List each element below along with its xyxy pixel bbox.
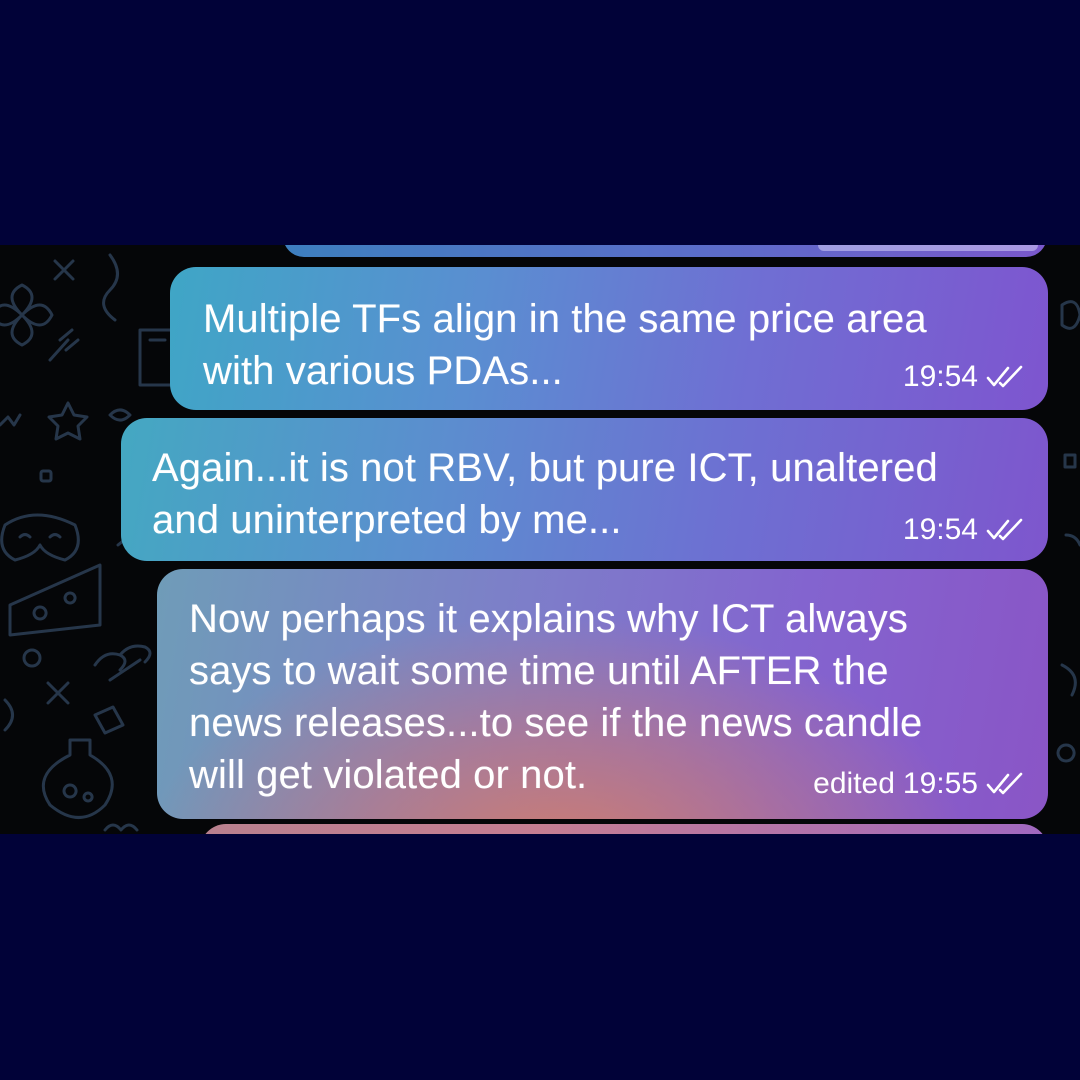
square-doodle-icon (39, 469, 53, 483)
right-circle-doodle-icon (1056, 743, 1076, 763)
right-doodle-icon-3 (1060, 663, 1077, 697)
message-bubble[interactable]: Multiple TFs align in the same price are… (170, 267, 1048, 410)
clover-doodle-icon (0, 283, 54, 347)
right-square-doodle-icon (1063, 453, 1077, 469)
message-bubble-previous[interactable] (283, 245, 1047, 257)
message-time: 19:54 (902, 513, 978, 546)
cross-doodle-icon (53, 259, 75, 281)
message-meta: 19:54 (903, 513, 1030, 547)
leaf-doodle-icon (108, 408, 132, 422)
double-check-icon (986, 365, 1023, 388)
double-check-icon (986, 518, 1023, 541)
message-meta: 19:54 (903, 360, 1030, 394)
message-time: 19:54 (902, 360, 978, 393)
message-meta: edited 19:55 (813, 767, 1030, 801)
wave-doodle-icon (103, 823, 139, 832)
potion-doodle-icon (41, 738, 114, 819)
circle-doodle-icon (22, 648, 42, 668)
vr-headset-doodle-icon (0, 513, 80, 562)
previous-message-attachment (818, 245, 1038, 251)
crown-doodle-icon (0, 413, 22, 427)
message-bubble[interactable]: Now perhaps it explains why ICT always s… (157, 569, 1048, 819)
cross-doodle-icon-2 (46, 681, 70, 705)
message-text: Again...it is not RBV, but pure ICT, una… (152, 446, 938, 542)
double-check-icon (986, 772, 1023, 795)
plug-doodle-icon (48, 328, 80, 362)
message-edited-label: edited (813, 767, 895, 800)
right-doodle-icon-2 (1064, 533, 1080, 547)
message-bubble-next[interactable] (200, 824, 1048, 834)
message-bubble[interactable]: Again...it is not RBV, but pure ICT, una… (121, 418, 1048, 561)
dice-doodle-icon (93, 705, 125, 735)
squiggle-doodle-icon (102, 253, 119, 322)
star-doodle-icon (47, 401, 89, 441)
cheese-doodle-icon (8, 563, 102, 637)
chat-screenshot: Multiple TFs align in the same price are… (0, 245, 1080, 834)
message-time: 19:55 (902, 767, 978, 800)
arc-doodle-icon (3, 698, 14, 732)
right-doodle-icon-1 (1060, 300, 1080, 330)
chain-doodle-icon (93, 644, 152, 682)
